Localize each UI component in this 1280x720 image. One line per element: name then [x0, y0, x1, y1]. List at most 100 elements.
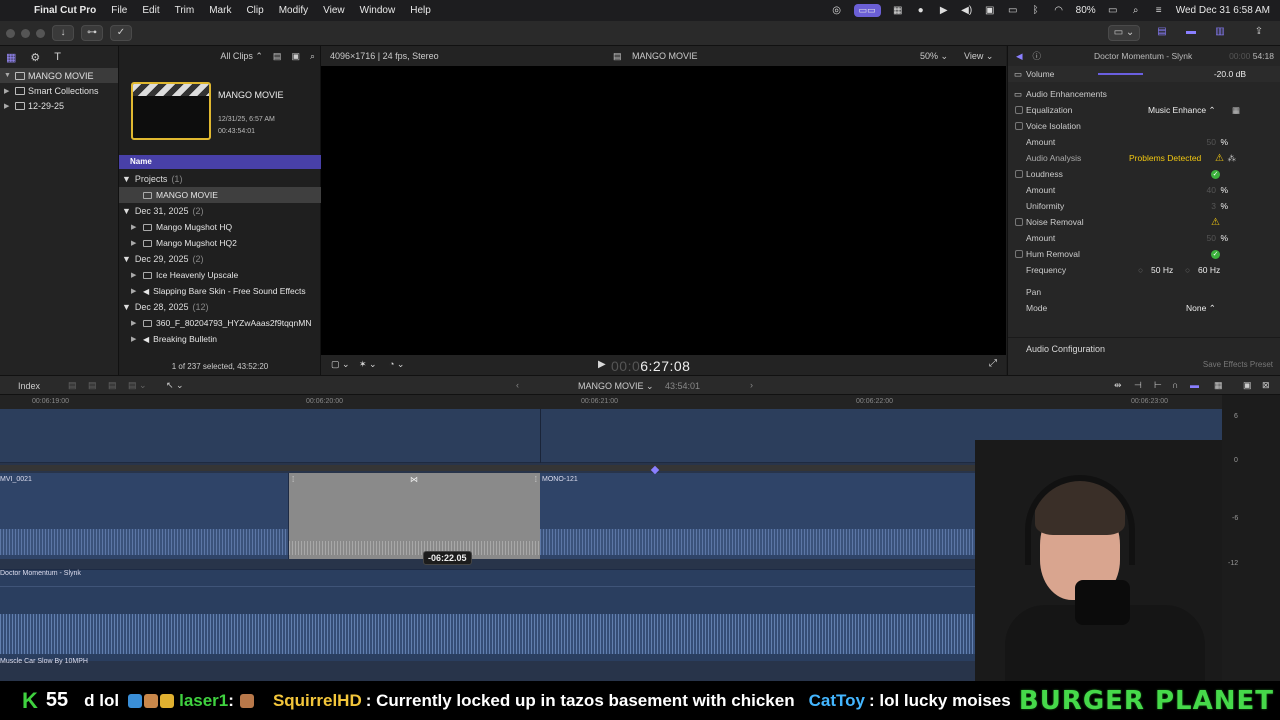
smart-collections-row[interactable]: ▶ Smart Collections: [0, 83, 118, 98]
index-button[interactable]: Index: [18, 381, 40, 391]
disclosure-closed-icon[interactable]: ▶: [131, 319, 139, 327]
menu-help[interactable]: Help: [410, 5, 431, 16]
project-thumbnail[interactable]: [131, 82, 211, 140]
group-dec-29[interactable]: ▼ Dec 29, 2025 (2): [119, 251, 321, 267]
enhance-icon[interactable]: ✶ ⌄: [359, 359, 377, 370]
audio-skimming-icon[interactable]: ⊣: [1134, 380, 1142, 391]
clip-appearance-icon[interactable]: ▬: [1190, 380, 1199, 390]
share-icon[interactable]: ⇪: [1250, 25, 1268, 41]
skimming-icon[interactable]: ⇹: [1114, 380, 1122, 391]
list-view-icon[interactable]: ▣: [291, 51, 300, 62]
disclosure-open-icon[interactable]: ▼: [122, 254, 131, 264]
volume-icon[interactable]: ◀): [961, 5, 973, 16]
workspace-menu-button[interactable]: ▭ ⌄: [1108, 25, 1140, 41]
event-12-29-25[interactable]: ▶ 12-29-25: [0, 98, 118, 113]
menu-mark[interactable]: Mark: [209, 5, 231, 16]
background-tasks-button[interactable]: ✓: [110, 25, 132, 41]
menubar-clock[interactable]: Wed Dec 31 6:58 AM: [1176, 5, 1270, 16]
import-button[interactable]: ↓: [52, 25, 74, 41]
clip-filter-dropdown[interactable]: All Clips ⌃: [220, 51, 263, 62]
display-icon[interactable]: ▣: [984, 5, 996, 16]
voice-isolation-checkbox[interactable]: [1015, 122, 1023, 130]
play-button[interactable]: ▶: [598, 359, 606, 370]
disclosure-closed-icon[interactable]: ▶: [131, 239, 139, 247]
stream-icon[interactable]: ▭▭: [853, 4, 881, 17]
transitions-icon[interactable]: ▣: [1243, 380, 1252, 391]
freq-50[interactable]: 50 Hz: [1151, 265, 1173, 275]
transform-icon[interactable]: ▢ ⌄: [331, 359, 350, 370]
group-projects[interactable]: ▼ Projects (1): [119, 171, 321, 187]
audio-clip-mvi-0021[interactable]: MVI_0021: [0, 473, 289, 559]
bluetooth-icon[interactable]: ᛒ: [1030, 5, 1042, 16]
connect-clip-icon[interactable]: ▤: [68, 380, 77, 391]
library-mango-movie[interactable]: ▼ MANGO MOVIE: [0, 68, 118, 83]
show-browser-icon[interactable]: ▤: [1152, 25, 1172, 41]
insert-clip-icon[interactable]: ▤: [88, 380, 97, 391]
group-dec-28[interactable]: ▼ Dec 28, 2025 (12): [119, 299, 321, 315]
speed-icon[interactable]: ◔ ⌄: [389, 359, 404, 370]
disclosure-open-icon[interactable]: ▼: [4, 72, 12, 79]
voice-amount-value[interactable]: 50: [1207, 137, 1216, 147]
loudness-amount-value[interactable]: 40: [1207, 185, 1216, 195]
search-icon[interactable]: ⌕: [1130, 5, 1142, 16]
solo-icon[interactable]: ⊢: [1154, 380, 1162, 391]
list-item[interactable]: ▶ Mango Mugshot HQ: [119, 219, 321, 235]
pan-mode-dropdown[interactable]: None ⌃: [1186, 303, 1216, 314]
info-inspector-tab-icon[interactable]: ⓘ: [1033, 50, 1042, 62]
screen-record-icon[interactable]: ◎: [831, 5, 843, 16]
menu-window[interactable]: Window: [360, 5, 396, 16]
audio-inspector-tab-icon[interactable]: ◀: [1016, 51, 1023, 62]
menu-trim[interactable]: Trim: [175, 5, 195, 16]
group-dec-31[interactable]: ▼ Dec 31, 2025 (2): [119, 203, 321, 219]
timeline-ruler[interactable]: 00:06:19:00 00:06:20:00 00:06:21:00 00:0…: [0, 395, 1222, 409]
wifi-icon[interactable]: ◠: [1053, 5, 1065, 16]
grid-icon[interactable]: ▦: [892, 5, 904, 16]
radio-icon[interactable]: ○: [1138, 265, 1143, 275]
battery-icon[interactable]: ▭: [1107, 5, 1119, 16]
trim-selection-clip[interactable]: ⁞ ⋈ ⁞: [289, 473, 540, 559]
disclosure-closed-icon[interactable]: ▶: [4, 102, 12, 110]
equalization-checkbox[interactable]: [1015, 106, 1023, 114]
next-icon[interactable]: ›: [750, 380, 753, 390]
zoom-window-button[interactable]: [36, 29, 45, 38]
trim-handle-left-icon[interactable]: ⁞: [292, 475, 294, 484]
append-clip-icon[interactable]: ▤: [108, 380, 117, 391]
titles-tab-icon[interactable]: T: [54, 51, 61, 63]
view-dropdown[interactable]: View ⌄: [964, 51, 993, 62]
photos-audio-tab-icon[interactable]: ⚙: [30, 51, 40, 64]
disclosure-open-icon[interactable]: ▼: [122, 206, 131, 216]
show-timeline-icon[interactable]: ▬: [1181, 25, 1201, 41]
radio-icon[interactable]: ○: [1185, 265, 1190, 275]
filmstrip-view-icon[interactable]: ▤: [273, 51, 282, 62]
volume-slider[interactable]: [1098, 73, 1143, 75]
menu-edit[interactable]: Edit: [142, 5, 159, 16]
timecode-display[interactable]: 00:06:27:08: [611, 358, 690, 374]
disclosure-closed-icon[interactable]: ▶: [131, 271, 139, 279]
noise-removal-checkbox[interactable]: [1015, 218, 1023, 226]
disclosure-open-icon[interactable]: ▼: [122, 302, 131, 312]
disclosure-closed-icon[interactable]: ▶: [131, 287, 139, 295]
hide-icon[interactable]: ⊠: [1262, 380, 1270, 391]
fullscreen-icon[interactable]: ⤢: [989, 358, 997, 369]
disclosure-closed-icon[interactable]: ▶: [131, 223, 139, 231]
pan-header[interactable]: Pan: [1008, 284, 1280, 300]
equalization-dropdown[interactable]: Music Enhance ⌃: [1148, 105, 1216, 116]
close-window-button[interactable]: [6, 29, 15, 38]
show-inspector-icon[interactable]: ▥: [1210, 25, 1230, 41]
loudness-checkbox[interactable]: [1015, 170, 1023, 178]
keywords-button[interactable]: ⊶: [81, 25, 103, 41]
uniformity-value[interactable]: 3: [1211, 201, 1216, 211]
audio-enhancements-header[interactable]: ▭ Audio Enhancements: [1008, 86, 1280, 102]
control-center-icon[interactable]: ≡: [1153, 5, 1165, 16]
menu-clip[interactable]: Clip: [246, 5, 263, 16]
freq-60[interactable]: 60 Hz: [1198, 265, 1220, 275]
name-column-header[interactable]: Name: [119, 155, 321, 169]
zoom-dropdown[interactable]: 50% ⌄: [920, 51, 948, 62]
previous-icon[interactable]: ‹: [516, 380, 519, 390]
trim-handle-right-icon[interactable]: ⁞: [535, 475, 537, 484]
featured-clip-thumbnail[interactable]: [131, 82, 211, 140]
volume-value[interactable]: -20.0 dB: [1214, 69, 1246, 79]
hum-removal-checkbox[interactable]: [1015, 250, 1023, 258]
disclosure-closed-icon[interactable]: ▶: [131, 335, 139, 343]
airplay-icon[interactable]: ▭: [1007, 5, 1019, 16]
